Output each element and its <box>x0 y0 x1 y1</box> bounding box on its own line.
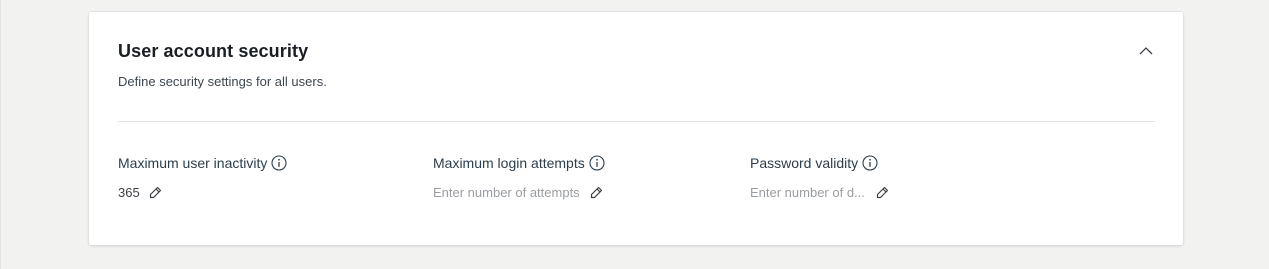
pencil-icon <box>591 186 603 198</box>
chevron-up-icon <box>1139 46 1153 54</box>
password-validity-field: Password validity Enter number of d... <box>750 153 891 202</box>
pencil-icon <box>877 186 889 198</box>
section-description: Define security settings for all users. <box>118 74 327 89</box>
collapse-section-button[interactable] <box>1134 40 1158 60</box>
maximum-user-inactivity-field: Maximum user inactivity 365 <box>118 153 287 202</box>
info-icon[interactable] <box>862 155 878 171</box>
maximum-login-attempts-field: Maximum login attempts Enter number of a… <box>433 153 605 202</box>
section-divider <box>118 121 1155 122</box>
section-title: User account security <box>118 41 309 61</box>
field-label: Password validity <box>750 155 859 171</box>
edit-button[interactable] <box>589 184 605 200</box>
field-placeholder[interactable]: Enter number of d... <box>750 185 865 200</box>
page-left-border <box>0 0 1 269</box>
field-label: Maximum login attempts <box>433 155 585 171</box>
field-placeholder[interactable]: Enter number of attempts <box>433 185 580 200</box>
user-account-security-card: User account security Define security se… <box>89 12 1183 245</box>
field-value: 365 <box>118 184 140 200</box>
info-icon[interactable] <box>271 155 287 171</box>
edit-button[interactable] <box>875 184 891 200</box>
pencil-icon <box>150 186 162 198</box>
info-icon[interactable] <box>589 155 605 171</box>
edit-button[interactable] <box>148 184 164 200</box>
field-label: Maximum user inactivity <box>118 155 268 171</box>
